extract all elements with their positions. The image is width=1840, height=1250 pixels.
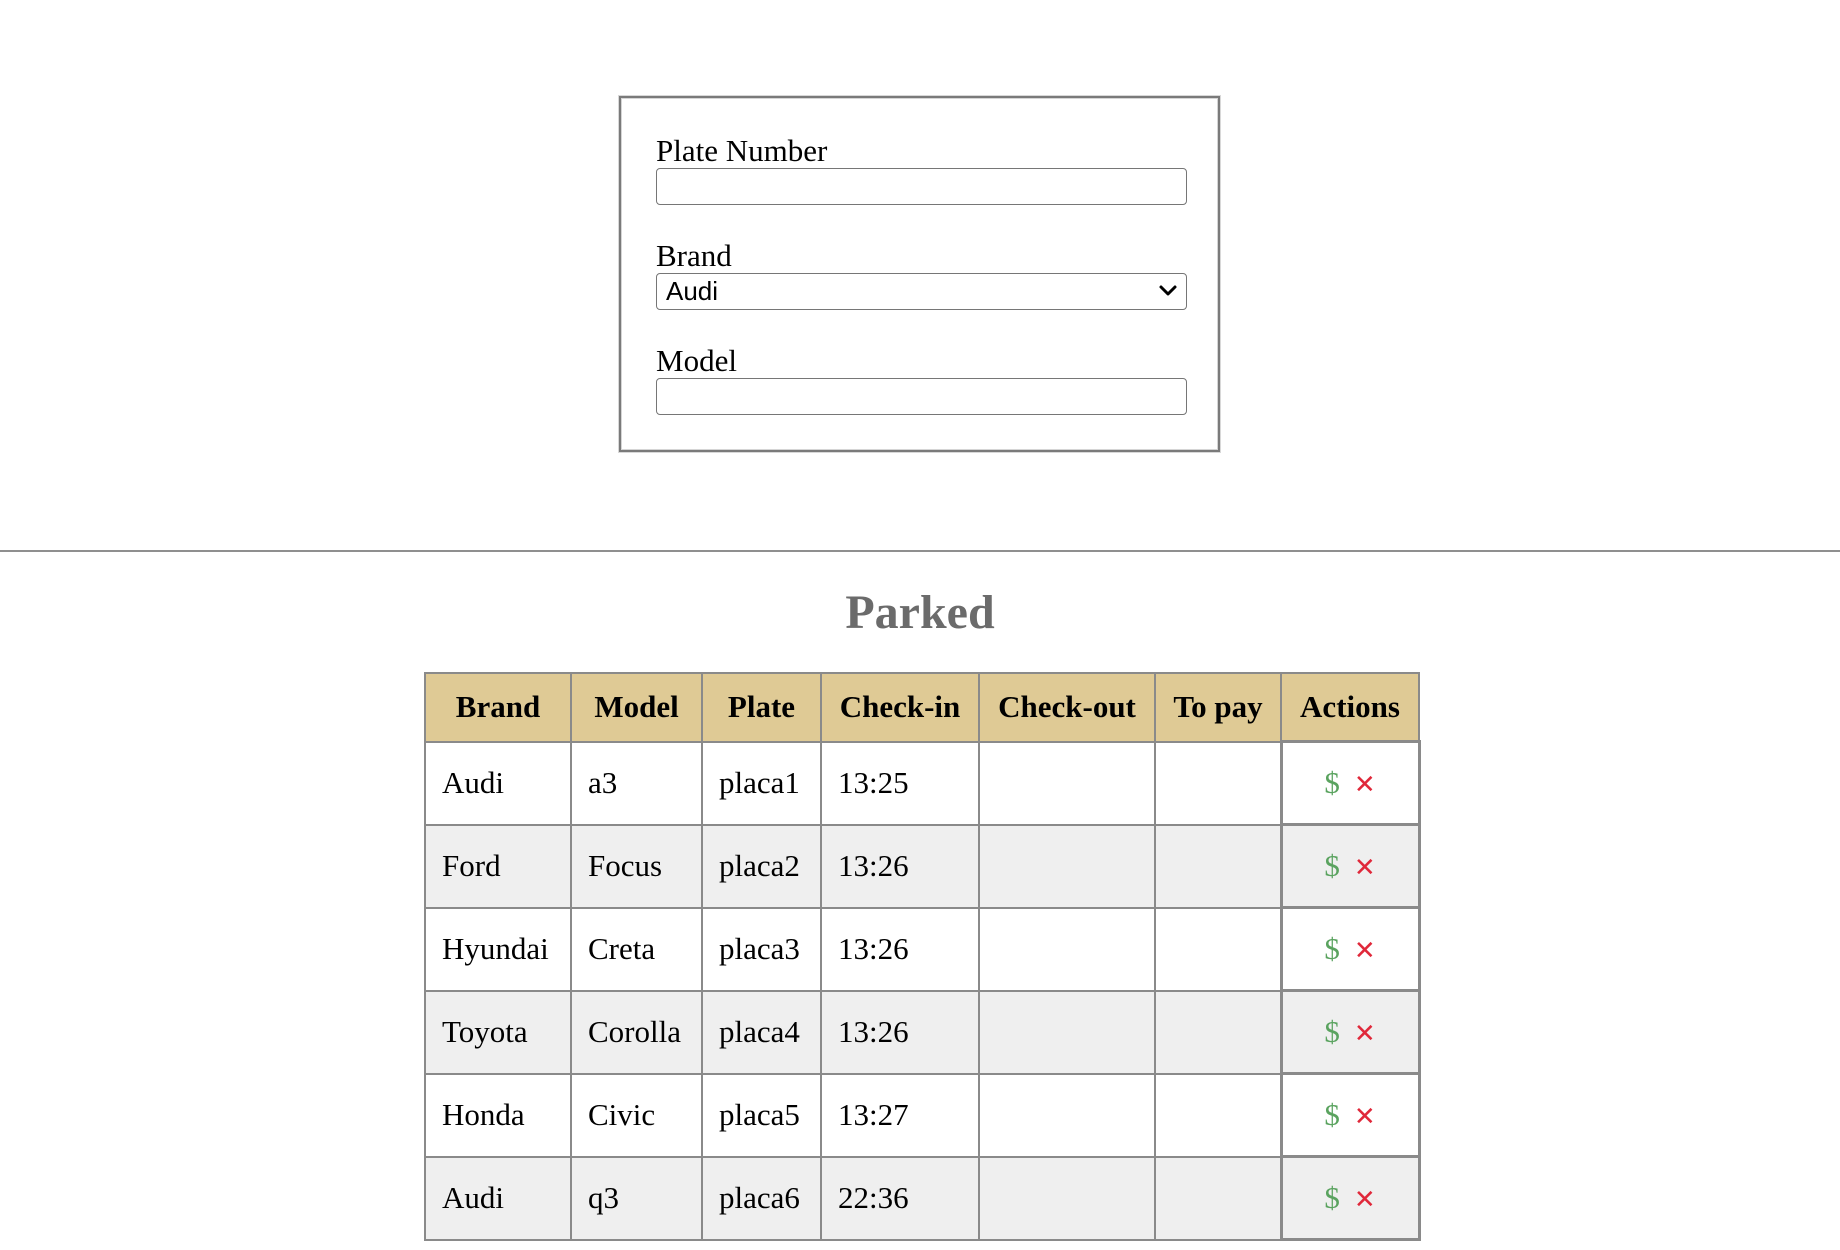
cell-actions: $ ✕ [1279,906,1421,992]
cell-checkin: 22:36 [820,1155,980,1241]
model-label: Model [656,343,737,378]
cell-checkin: 13:26 [820,906,980,992]
plate-field-group: Plate Number [656,133,1187,205]
cell-plate: placa4 [701,989,822,1075]
model-input[interactable] [656,378,1187,415]
cell-checkout [978,989,1156,1075]
cell-checkout [978,740,1156,826]
close-icon[interactable]: ✕ [1354,936,1376,966]
table-header-row: Brand Model Plate Check-in Check-out To … [424,672,1420,743]
table-row: Honda Civic placa5 13:27 $ ✕ [424,1072,1421,1158]
plate-number-label: Plate Number [656,133,828,168]
cell-plate: placa6 [701,1155,822,1241]
dollar-icon[interactable]: $ [1324,765,1340,800]
cell-actions: $ ✕ [1279,823,1421,909]
brand-select[interactable]: Audi [656,273,1187,310]
chevron-down-icon [1159,285,1177,296]
parked-table: Brand Model Plate Check-in Check-out To … [424,672,1421,1241]
column-header-checkin: Check-in [820,672,980,743]
cell-checkout [978,823,1156,909]
cell-brand: Audi [424,1155,572,1241]
parked-title: Parked [845,586,995,639]
cell-plate: placa1 [701,740,822,826]
cell-topay [1154,740,1282,826]
cell-actions: $ ✕ [1279,740,1421,826]
column-header-topay: To pay [1154,672,1282,743]
cell-brand: Toyota [424,989,572,1075]
cell-actions: $ ✕ [1279,989,1421,1075]
dollar-icon[interactable]: $ [1324,931,1340,966]
table-row: Ford Focus placa2 13:26 $ ✕ [424,823,1421,909]
brand-field-group: Brand Audi [656,238,1187,310]
cell-checkout [978,1072,1156,1158]
brand-select-value: Audi [666,276,719,306]
column-header-brand: Brand [424,672,572,743]
cell-actions: $ ✕ [1279,1155,1421,1241]
cell-topay [1154,1072,1282,1158]
cell-model: Corolla [570,989,703,1075]
close-icon[interactable]: ✕ [1354,1019,1376,1049]
cell-plate: placa5 [701,1072,822,1158]
cell-checkin: 13:26 [820,989,980,1075]
close-icon[interactable]: ✕ [1354,1185,1376,1215]
cell-model: a3 [570,740,703,826]
brand-label: Brand [656,238,732,273]
section-divider [0,550,1840,552]
plate-number-input[interactable] [656,168,1187,205]
model-field-group: Model [656,343,1187,415]
dollar-icon[interactable]: $ [1324,848,1340,883]
dollar-icon[interactable]: $ [1324,1180,1340,1215]
cell-checkout [978,1155,1156,1241]
cell-brand: Hyundai [424,906,572,992]
cell-model: q3 [570,1155,703,1241]
cell-model: Civic [570,1072,703,1158]
cell-brand: Honda [424,1072,572,1158]
parked-table-wrap: Brand Model Plate Check-in Check-out To … [424,672,1421,1241]
cell-brand: Audi [424,740,572,826]
cell-checkin: 13:26 [820,823,980,909]
table-row: Hyundai Creta placa3 13:26 $ ✕ [424,906,1421,992]
dollar-icon[interactable]: $ [1324,1014,1340,1049]
column-header-plate: Plate [701,672,822,743]
cell-checkin: 13:27 [820,1072,980,1158]
cell-model: Creta [570,906,703,992]
cell-checkout [978,906,1156,992]
cell-plate: placa2 [701,823,822,909]
column-header-actions: Actions [1280,672,1420,743]
cell-topay [1154,1155,1282,1241]
cell-plate: placa3 [701,906,822,992]
cell-checkin: 13:25 [820,740,980,826]
close-icon[interactable]: ✕ [1354,853,1376,883]
table-row: Audi a3 placa1 13:25 $ ✕ [424,740,1421,826]
close-icon[interactable]: ✕ [1354,770,1376,800]
column-header-checkout: Check-out [978,672,1156,743]
cell-topay [1154,989,1282,1075]
dollar-icon[interactable]: $ [1324,1097,1340,1132]
cell-actions: $ ✕ [1279,1072,1421,1158]
cell-topay [1154,906,1282,992]
cell-brand: Ford [424,823,572,909]
table-row: Toyota Corolla placa4 13:26 $ ✕ [424,989,1421,1075]
column-header-model: Model [570,672,703,743]
cell-model: Focus [570,823,703,909]
cell-topay [1154,823,1282,909]
vehicle-form: Plate Number Brand Audi Model [619,96,1220,452]
table-row: Audi q3 placa6 22:36 $ ✕ [424,1155,1421,1241]
close-icon[interactable]: ✕ [1354,1102,1376,1132]
